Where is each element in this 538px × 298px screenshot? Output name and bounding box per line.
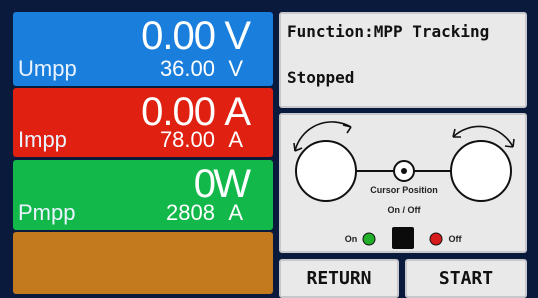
voltage-setpoint-unit: V [228, 56, 243, 81]
on-indicator-icon [362, 232, 376, 246]
power-setpoint-label: Pmpp [18, 200, 76, 225]
current-setpoint-label: Impp [18, 127, 67, 152]
on-off-button[interactable] [392, 227, 414, 249]
power-setpoint-unit: A [228, 200, 243, 225]
power-setpoint-value: 2808 [166, 200, 215, 225]
start-button[interactable]: START [405, 259, 527, 298]
voltage-setpoint-value: 36.00 [159, 56, 215, 81]
cursor-position-icon [393, 160, 415, 182]
knob-control-panel: Cursor Position On / Off On Off [279, 113, 527, 253]
right-knob-icon [450, 125, 515, 202]
return-button[interactable]: RETURN [279, 259, 399, 298]
on-off-label: On / Off [388, 205, 422, 215]
current-setpoint-unit: A [228, 127, 243, 152]
current-panel[interactable]: 0.00 A Impp 78.00 A [13, 88, 273, 157]
off-indicator-icon [429, 232, 443, 246]
current-setpoint-value: 78.00 [159, 127, 215, 152]
function-info-panel: Function:MPP Tracking Stopped [279, 12, 527, 108]
off-label: Off [449, 234, 463, 244]
voltage-panel[interactable]: 0.00 V Umpp 36.00 V [13, 12, 273, 86]
left-knob-icon [293, 121, 357, 202]
cursor-position-label: Cursor Position [370, 185, 438, 195]
on-label: On [345, 234, 358, 244]
voltage-actual-value: 0.00 [141, 14, 216, 58]
power-panel[interactable]: 0 W Pmpp 2808 A [13, 160, 273, 230]
return-button-label: RETURN [306, 268, 372, 289]
voltage-actual-unit: V [224, 14, 251, 58]
current-actual-value: 0.00 [141, 90, 216, 134]
power-actual-unit: W [213, 162, 251, 206]
function-text: Function:MPP Tracking [287, 22, 490, 41]
empty-panel [13, 232, 273, 294]
power-actual-value: 0 [193, 162, 216, 206]
voltage-setpoint-label: Umpp [18, 56, 77, 81]
current-actual-unit: A [224, 90, 251, 134]
knob-diagram: Cursor Position On / Off On Off [293, 121, 515, 249]
status-text: Stopped [287, 68, 355, 87]
start-button-label: START [438, 268, 494, 289]
